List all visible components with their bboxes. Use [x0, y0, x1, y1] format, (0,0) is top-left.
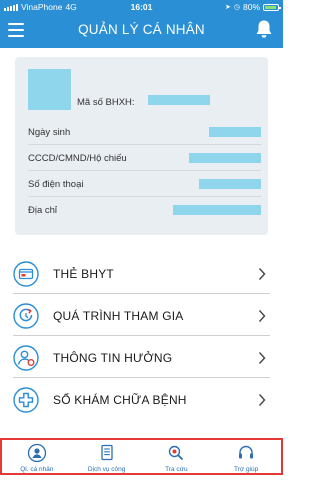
app-header: QUẢN LÝ CÁ NHÂN [0, 13, 283, 48]
info-label: Số điện thoại [28, 179, 84, 190]
location-icon: ➤ [225, 4, 231, 11]
menu-item-health-card[interactable]: THẺ BHYT [13, 254, 270, 294]
chevron-right-icon [258, 310, 266, 322]
redacted-avatar [28, 69, 71, 110]
headset-icon [239, 445, 254, 459]
redacted-value [173, 205, 261, 215]
alarm-icon: ◷ [233, 4, 240, 11]
bottom-nav: Ql. cá nhân Dịch vụ công Tra cứu Trợ giú… [0, 438, 283, 475]
page-title: QUẢN LÝ CÁ NHÂN [78, 22, 205, 37]
redacted-bhxh-number [148, 95, 210, 105]
top-bar: VinaPhone 4G 16:01 ➤ ◷ 80% QUẢN LÝ CÁ NH… [0, 0, 283, 48]
chevron-right-icon [258, 394, 266, 406]
status-bar: VinaPhone 4G 16:01 ➤ ◷ 80% [0, 0, 283, 13]
nav-label: Tra cứu [165, 466, 188, 473]
redacted-value [189, 153, 261, 163]
profile-card: Mã số BHXH: Ngày sinh CCCD/CMND/Hộ chiếu… [15, 57, 268, 235]
info-row-phone: Số điện thoại [28, 172, 261, 197]
document-icon [100, 444, 113, 461]
health-card-icon [13, 261, 39, 287]
redacted-value [199, 179, 261, 189]
chevron-right-icon [258, 268, 266, 280]
search-icon [169, 445, 184, 461]
menu-item-label: THẺ BHYT [53, 267, 114, 281]
info-label: CCCD/CMND/Hộ chiếu [28, 153, 127, 164]
bhxh-number-label: Mã số BHXH: [77, 97, 135, 108]
medical-cross-icon [13, 387, 39, 413]
info-label: Ngày sinh [28, 127, 71, 138]
menu-item-label: THÔNG TIN HƯỞNG [53, 351, 173, 365]
nav-public-services[interactable]: Dịch vụ công [72, 440, 142, 473]
nav-label: Dịch vụ công [87, 466, 126, 473]
nav-label: Trợ giúp [233, 466, 259, 473]
redacted-value [209, 127, 261, 137]
info-label: Địa chỉ [28, 205, 58, 216]
nav-label: Ql. cá nhân [20, 466, 54, 473]
battery-icon [263, 3, 281, 11]
history-refresh-icon [13, 303, 39, 329]
battery-percent: 80% [242, 2, 260, 12]
info-row-birthdate: Ngày sinh [28, 120, 261, 145]
chevron-right-icon [258, 352, 266, 364]
person-benefit-icon [13, 345, 39, 371]
menu-item-participation-history[interactable]: QUÁ TRÌNH THAM GIA [13, 296, 270, 336]
menu-item-label: QUÁ TRÌNH THAM GIA [53, 309, 184, 323]
info-row-id: CCCD/CMND/Hộ chiếu [28, 146, 261, 171]
menu-item-label: SỔ KHÁM CHỮA BỆNH [53, 393, 187, 407]
menu-item-benefit-info[interactable]: THÔNG TIN HƯỞNG [13, 338, 270, 378]
menu-item-medical-record[interactable]: SỔ KHÁM CHỮA BỆNH [13, 380, 270, 420]
nav-lookup[interactable]: Tra cứu [142, 440, 212, 473]
personal-icon [27, 443, 47, 463]
nav-personal[interactable]: Ql. cá nhân [2, 440, 72, 473]
info-row-address: Địa chỉ [28, 198, 261, 223]
bell-icon[interactable] [255, 19, 273, 39]
nav-help[interactable]: Trợ giúp [211, 440, 281, 473]
